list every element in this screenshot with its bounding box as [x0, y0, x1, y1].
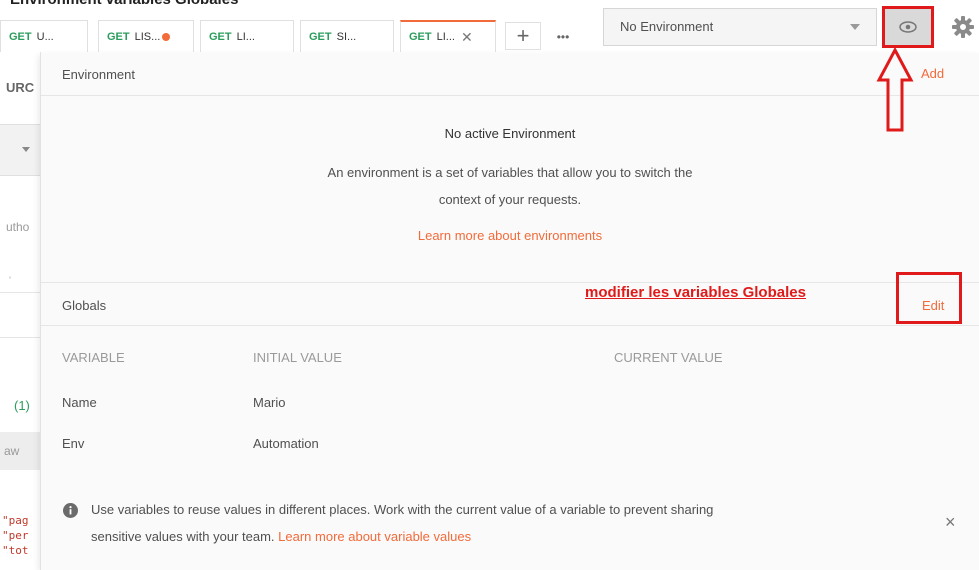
request-tab-1[interactable]: GET U... [0, 20, 88, 52]
table-row: Name Mario [41, 384, 979, 420]
environment-select[interactable]: No Environment [603, 8, 877, 46]
globals-section-header [41, 282, 979, 326]
chevron-down-icon [850, 24, 860, 30]
globals-header-title: Globals [62, 298, 107, 313]
column-header-variable: VARIABLE [62, 350, 125, 365]
list-fragment-icon: ˌ [8, 265, 12, 279]
close-banner-icon[interactable]: × [945, 512, 956, 533]
tab-title: U... [36, 30, 54, 43]
json-line: "pag [2, 514, 29, 527]
tab-title: SI... [336, 30, 357, 43]
method-label: GET [9, 30, 32, 43]
annotation-modify-globals: modifier les variables Globales [585, 284, 806, 301]
json-line: "tot [2, 544, 29, 557]
environment-header-title: Environment [62, 67, 135, 82]
request-tab-2[interactable]: GET LIS... [98, 20, 194, 52]
tab-title: LIS... [134, 30, 161, 43]
json-line: "per [2, 529, 29, 542]
learn-environments-link[interactable]: Learn more about environments [418, 228, 602, 243]
variable-initial-value: Mario [253, 395, 286, 410]
chevron-down-icon [22, 147, 30, 152]
count-fragment: (1) [14, 398, 30, 413]
new-tab-button[interactable]: + [505, 22, 541, 50]
environment-select-value: No Environment [620, 19, 714, 34]
no-environment-description-line1: An environment is a set of variables tha… [327, 165, 693, 180]
more-icon: ••• [556, 30, 570, 44]
annotation-arrow-up-icon [876, 48, 914, 132]
column-header-initial-value: INITIAL VALUE [253, 350, 342, 365]
info-text-line1: Use variables to reuse values in differe… [91, 502, 714, 517]
method-label: GET [309, 30, 332, 43]
request-tab-5-active[interactable]: GET LI... ✕ [400, 20, 496, 52]
info-text-line2: sensitive values with your team. Learn m… [91, 529, 471, 544]
method-dropdown-fragment[interactable] [0, 124, 40, 176]
top-cutoff-label: Environment variables Globales [10, 0, 238, 8]
method-label: GET [409, 31, 432, 43]
request-tab-4[interactable]: GET SI... [300, 20, 394, 52]
gear-icon[interactable] [950, 14, 976, 40]
tab-title: LI... [436, 31, 455, 43]
unsaved-dot-icon [162, 32, 171, 41]
tab-title: LI... [236, 30, 255, 43]
top-cutoff-text: Environment variables Globales [0, 0, 979, 8]
variables-info-banner: Use variables to reuse values in differe… [41, 490, 979, 556]
raw-button-fragment[interactable]: aw [0, 432, 40, 470]
url-fragment: URC [6, 80, 35, 95]
auth-tab-fragment: utho [6, 220, 30, 234]
request-editor-background: URC utho ˌ (1) aw "pag "per "tot [0, 52, 41, 570]
variable-initial-value: Automation [253, 436, 319, 451]
method-label: GET [209, 30, 232, 43]
add-environment-link[interactable]: Add [921, 66, 944, 81]
plus-icon: + [516, 23, 530, 48]
info-icon [63, 503, 78, 518]
highlight-box-edit [896, 272, 962, 324]
request-tab-3[interactable]: GET LI... [200, 20, 294, 52]
column-header-current-value: CURRENT VALUE [614, 350, 723, 365]
learn-environments-link-wrap: Learn more about environments [41, 228, 979, 243]
no-environment-title: No active Environment [444, 126, 576, 141]
more-tabs-button[interactable]: ••• [548, 26, 578, 48]
table-row: Env Automation [41, 426, 979, 462]
learn-variable-values-link[interactable]: Learn more about variable values [278, 529, 471, 544]
variable-name: Name [62, 395, 97, 410]
highlight-box-eye [882, 6, 934, 48]
variable-name: Env [62, 436, 85, 451]
method-label: GET [107, 30, 130, 43]
close-tab-icon[interactable]: ✕ [461, 29, 473, 46]
environment-section-header [41, 53, 979, 96]
no-environment-description-line2: context of your requests. [438, 192, 582, 207]
info-text-line2-prefix: sensitive values with your team. [91, 529, 275, 544]
